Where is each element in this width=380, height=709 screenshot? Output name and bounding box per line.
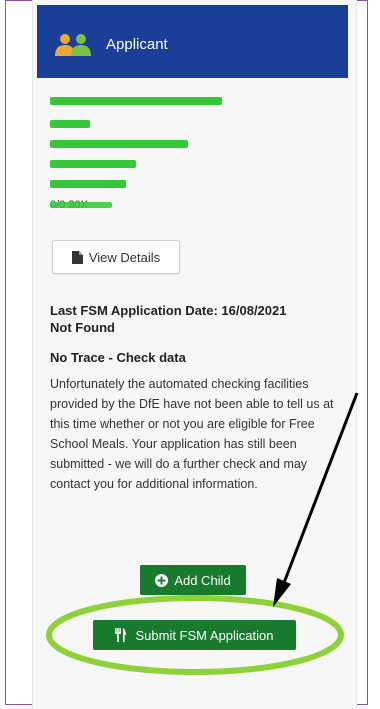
header-title: Applicant	[106, 36, 168, 53]
redacted-address-line-3	[50, 160, 136, 168]
redacted-name	[50, 97, 222, 105]
submit-fsm-application-button[interactable]: Submit FSM Application	[93, 620, 296, 650]
applicant-header: Applicant	[37, 5, 348, 78]
plus-circle-icon	[155, 573, 169, 587]
document-icon	[71, 250, 83, 264]
add-child-label: Add Child	[174, 572, 231, 588]
eligibility-message: Unfortunately the automated checking fac…	[50, 377, 334, 491]
no-trace-heading: No Trace - Check data	[50, 350, 186, 365]
redacted-postcode	[50, 202, 112, 208]
view-details-label: View Details	[88, 249, 161, 265]
redacted-address-line-1	[50, 120, 90, 128]
people-icon	[54, 33, 98, 62]
redacted-address-line-2	[50, 140, 188, 148]
view-details-button[interactable]: View Details	[52, 240, 180, 274]
add-child-button[interactable]: Add Child	[140, 565, 246, 595]
last-application-date: Last FSM Application Date: 16/08/2021	[50, 303, 287, 318]
cutlery-icon	[115, 628, 127, 642]
not-found-text: Not Found	[50, 320, 115, 335]
submit-label: Submit FSM Application	[135, 627, 274, 643]
redacted-address-line-4	[50, 180, 126, 188]
